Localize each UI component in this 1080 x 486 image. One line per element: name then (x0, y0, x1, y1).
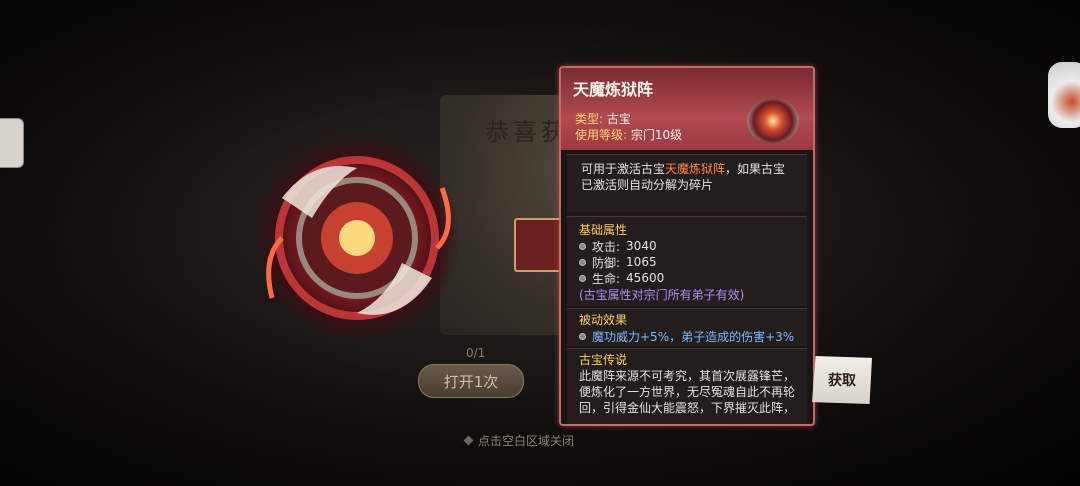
item-name: 天魔炼狱阵 (573, 80, 654, 99)
passive-title: 被动效果 (579, 313, 628, 327)
stat-defense: 防御: 1065 (579, 254, 797, 270)
usage-highlight: 天魔炼狱阵 (665, 162, 726, 176)
item-level-value: 宗门10级 (630, 128, 683, 142)
usage-text: 可用于激活古宝天魔炼狱阵，如果古宝已激活则自动分解为碎片 (581, 161, 797, 193)
close-hint-text: 点击空白区域关闭 (478, 434, 575, 448)
passive-section: 被动效果 魔功威力+5%，弟子造成的伤害+3% (567, 308, 807, 346)
base-stats-title: 基础属性 (579, 223, 628, 237)
left-side-icon[interactable] (0, 118, 24, 168)
treasure-artwork (253, 134, 461, 342)
item-type: 类型: 古宝 (575, 110, 631, 127)
stats-note: (古宝属性对宗门所有弟子有效) (579, 288, 745, 302)
get-button[interactable]: 获取 (812, 356, 872, 404)
reward-title: 恭喜获 (485, 118, 569, 146)
stat-label: 防御: (592, 255, 621, 270)
item-type-value: 古宝 (606, 112, 631, 126)
stat-attack: 攻击: 3040 (579, 238, 797, 254)
stat-bullet-icon (579, 258, 586, 266)
lore-text: 此魔阵来源不可考究，其首次展露锋芒，便炼化了一方世界，无尽冤魂自此不再轮回，引得… (579, 369, 796, 415)
lore-section[interactable]: 古宝传说 此魔阵来源不可考究，其首次展露锋芒，便炼化了一方世界，无尽冤魂自此不再… (567, 348, 807, 424)
lore-title: 古宝传说 (579, 353, 628, 367)
tooltip-header: 天魔炼狱阵 类型: 古宝 使用等级: 宗门10级 (561, 68, 813, 150)
passive-line: 魔功威力+5%，弟子造成的伤害+3% (579, 328, 797, 344)
stat-value: 45600 (626, 271, 665, 285)
stat-value: 1065 (626, 255, 657, 269)
stat-label: 攻击: (592, 239, 621, 254)
passive-text: 魔功威力+5%，弟子造成的伤害+3% (592, 329, 795, 344)
open-once-button[interactable]: 打开1次 (418, 364, 524, 398)
usage-prefix: 可用于激活古宝 (581, 162, 666, 176)
hint-diamond-icon (463, 435, 474, 446)
close-hint: 点击空白区域关闭 (463, 432, 575, 449)
reward-item-thumbnail[interactable] (514, 218, 562, 272)
usage-section: 可用于激活古宝天魔炼狱阵，如果古宝已激活则自动分解为碎片 (567, 154, 807, 212)
item-type-label: 类型: (575, 112, 604, 126)
stat-bullet-icon (579, 274, 586, 282)
item-level: 使用等级: 宗门10级 (575, 126, 682, 143)
item-tooltip: 天魔炼狱阵 类型: 古宝 使用等级: 宗门10级 可用于激活古宝天魔炼狱阵，如果… (559, 66, 815, 426)
item-icon (747, 98, 799, 144)
passive-bullet-icon (579, 332, 586, 340)
item-level-label: 使用等级: (575, 128, 628, 142)
stat-value: 3040 (626, 239, 657, 253)
stat-bullet-icon (579, 242, 586, 250)
right-side-icon[interactable] (1048, 62, 1080, 128)
stat-label: 生命: (592, 271, 621, 286)
base-stats-section: 基础属性 攻击: 3040 防御: 1065 生命: 45600 (古宝属性对宗门所有… (567, 216, 807, 306)
stat-hp: 生命: 45600 (579, 270, 797, 286)
open-count: 0/1 (466, 346, 486, 360)
